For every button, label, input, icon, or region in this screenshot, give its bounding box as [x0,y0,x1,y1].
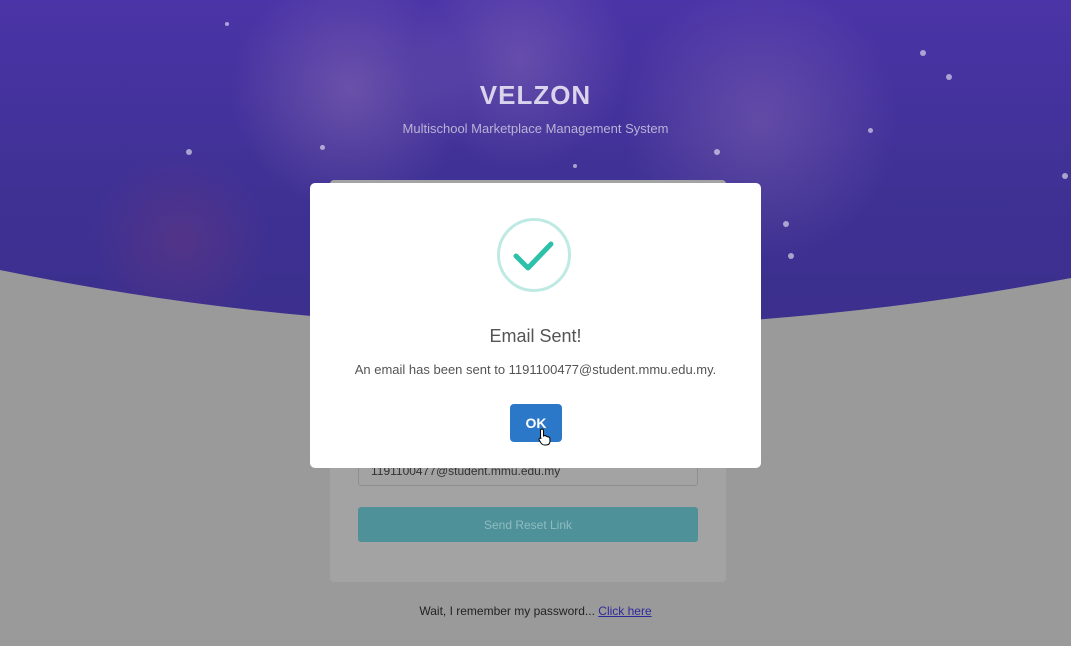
decor-dot [783,221,789,227]
decor-dot [1062,173,1068,179]
decor-dot [186,149,192,155]
remember-text: Wait, I remember my password... [419,604,595,618]
ok-button[interactable]: OK [510,404,562,442]
dialog-message: An email has been sent to 1191100477@stu… [354,362,717,377]
brand-tagline: Multischool Marketplace Management Syste… [402,121,669,136]
decor-dot [788,253,794,259]
click-here-link[interactable]: Click here [598,604,651,618]
send-reset-link-button[interactable]: Send Reset Link [358,507,698,542]
email-sent-dialog: Email Sent! An email has been sent to 11… [310,183,761,468]
decor-dot [920,50,926,56]
dialog-title: Email Sent! [489,326,582,346]
decor-dot [714,149,720,155]
brand-logo: VELZON [479,80,592,110]
decor-dot [573,164,577,168]
decor-dot [320,145,325,150]
hand-cursor-icon [538,428,551,446]
check-icon [513,241,554,271]
decor-dot [225,22,229,26]
remember-password-row: Wait, I remember my password... Click he… [0,604,1071,618]
copyright-footer [0,638,1071,646]
success-check-icon [497,218,571,292]
